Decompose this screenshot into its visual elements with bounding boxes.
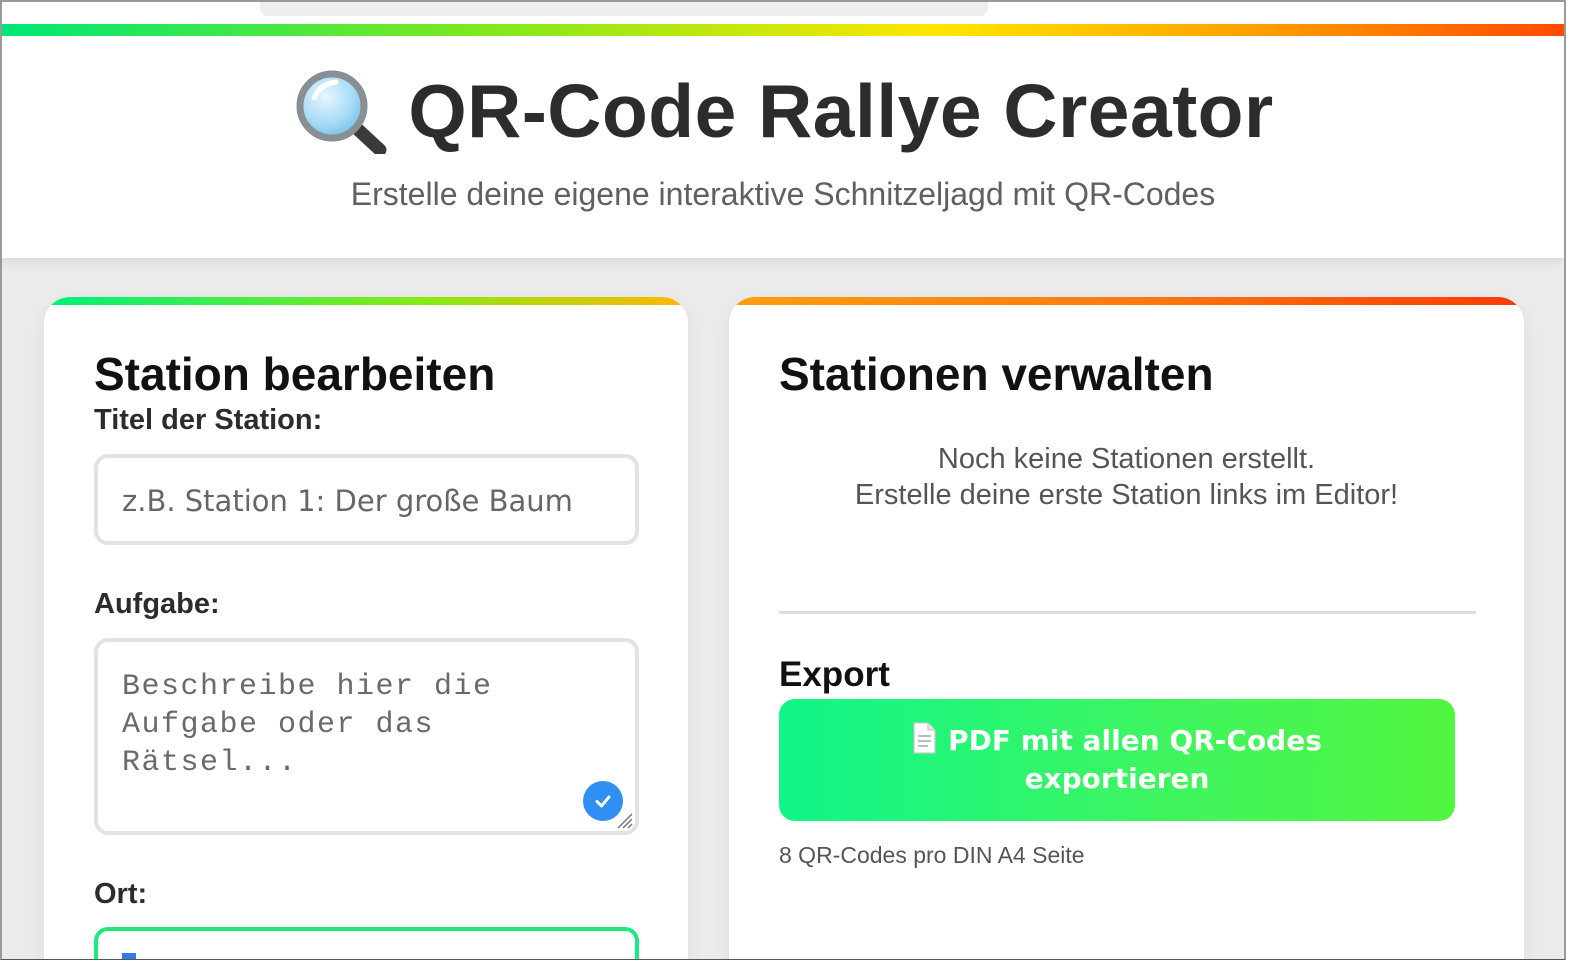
- editor-heading: Station bearbeiten: [94, 348, 496, 400]
- page-title: QR-Code Rallye Creator: [408, 69, 1274, 153]
- export-pdf-button[interactable]: PDF mit allen QR-Codes exportieren: [779, 699, 1455, 821]
- empty-state-line1: Noch keine Stationen erstellt.: [937, 443, 1316, 475]
- export-hint: 8 QR-Codes pro DIN A4 Seite: [779, 842, 1085, 868]
- station-title-placeholder: z.B. Station 1: Der große Baum: [122, 484, 573, 518]
- station-editor-card: Station bearbeiten Titel der Station: z.…: [44, 297, 688, 959]
- task-textarea[interactable]: Beschreibe hier die Aufgabe oder das Rät…: [94, 638, 639, 835]
- card-gradient-bar: [729, 297, 1524, 305]
- page-header: QR-Code Rallye Creator Erstelle deine ei…: [2, 24, 1564, 258]
- document-icon: [912, 722, 936, 754]
- section-divider: [779, 611, 1476, 614]
- magnifier-icon: [292, 68, 388, 157]
- title-label: Titel der Station:: [94, 404, 323, 436]
- resize-handle-icon[interactable]: [613, 809, 633, 829]
- station-title-input[interactable]: z.B. Station 1: Der große Baum: [94, 454, 639, 545]
- station-manager-card: Stationen verwalten Noch keine Stationen…: [729, 297, 1524, 959]
- location-label: Ort:: [94, 878, 148, 910]
- browser-tab[interactable]: [260, 2, 988, 16]
- text-cursor: [122, 953, 136, 959]
- page-title-row: QR-Code Rallye Creator: [2, 68, 1564, 157]
- browser-window: QR-Code Rallye Creator Erstelle deine ei…: [0, 0, 1566, 960]
- tab-strip: [2, 2, 1564, 24]
- empty-state-line2: Erstelle deine erste Station links im Ed…: [854, 479, 1399, 511]
- page-subtitle: Erstelle deine eigene interaktive Schnit…: [350, 176, 1216, 212]
- export-heading: Export: [779, 655, 890, 694]
- task-placeholder: Beschreibe hier die Aufgabe oder das Rät…: [122, 670, 493, 780]
- manager-heading: Stationen verwalten: [779, 348, 1214, 400]
- export-button-label-line1: PDF mit allen QR-Codes: [948, 724, 1322, 757]
- header-gradient-bar: [2, 24, 1564, 36]
- location-input[interactable]: [94, 927, 639, 959]
- task-label: Aufgabe:: [94, 588, 220, 620]
- card-gradient-bar: [44, 297, 688, 305]
- export-button-label-line2: exportieren: [1024, 762, 1210, 795]
